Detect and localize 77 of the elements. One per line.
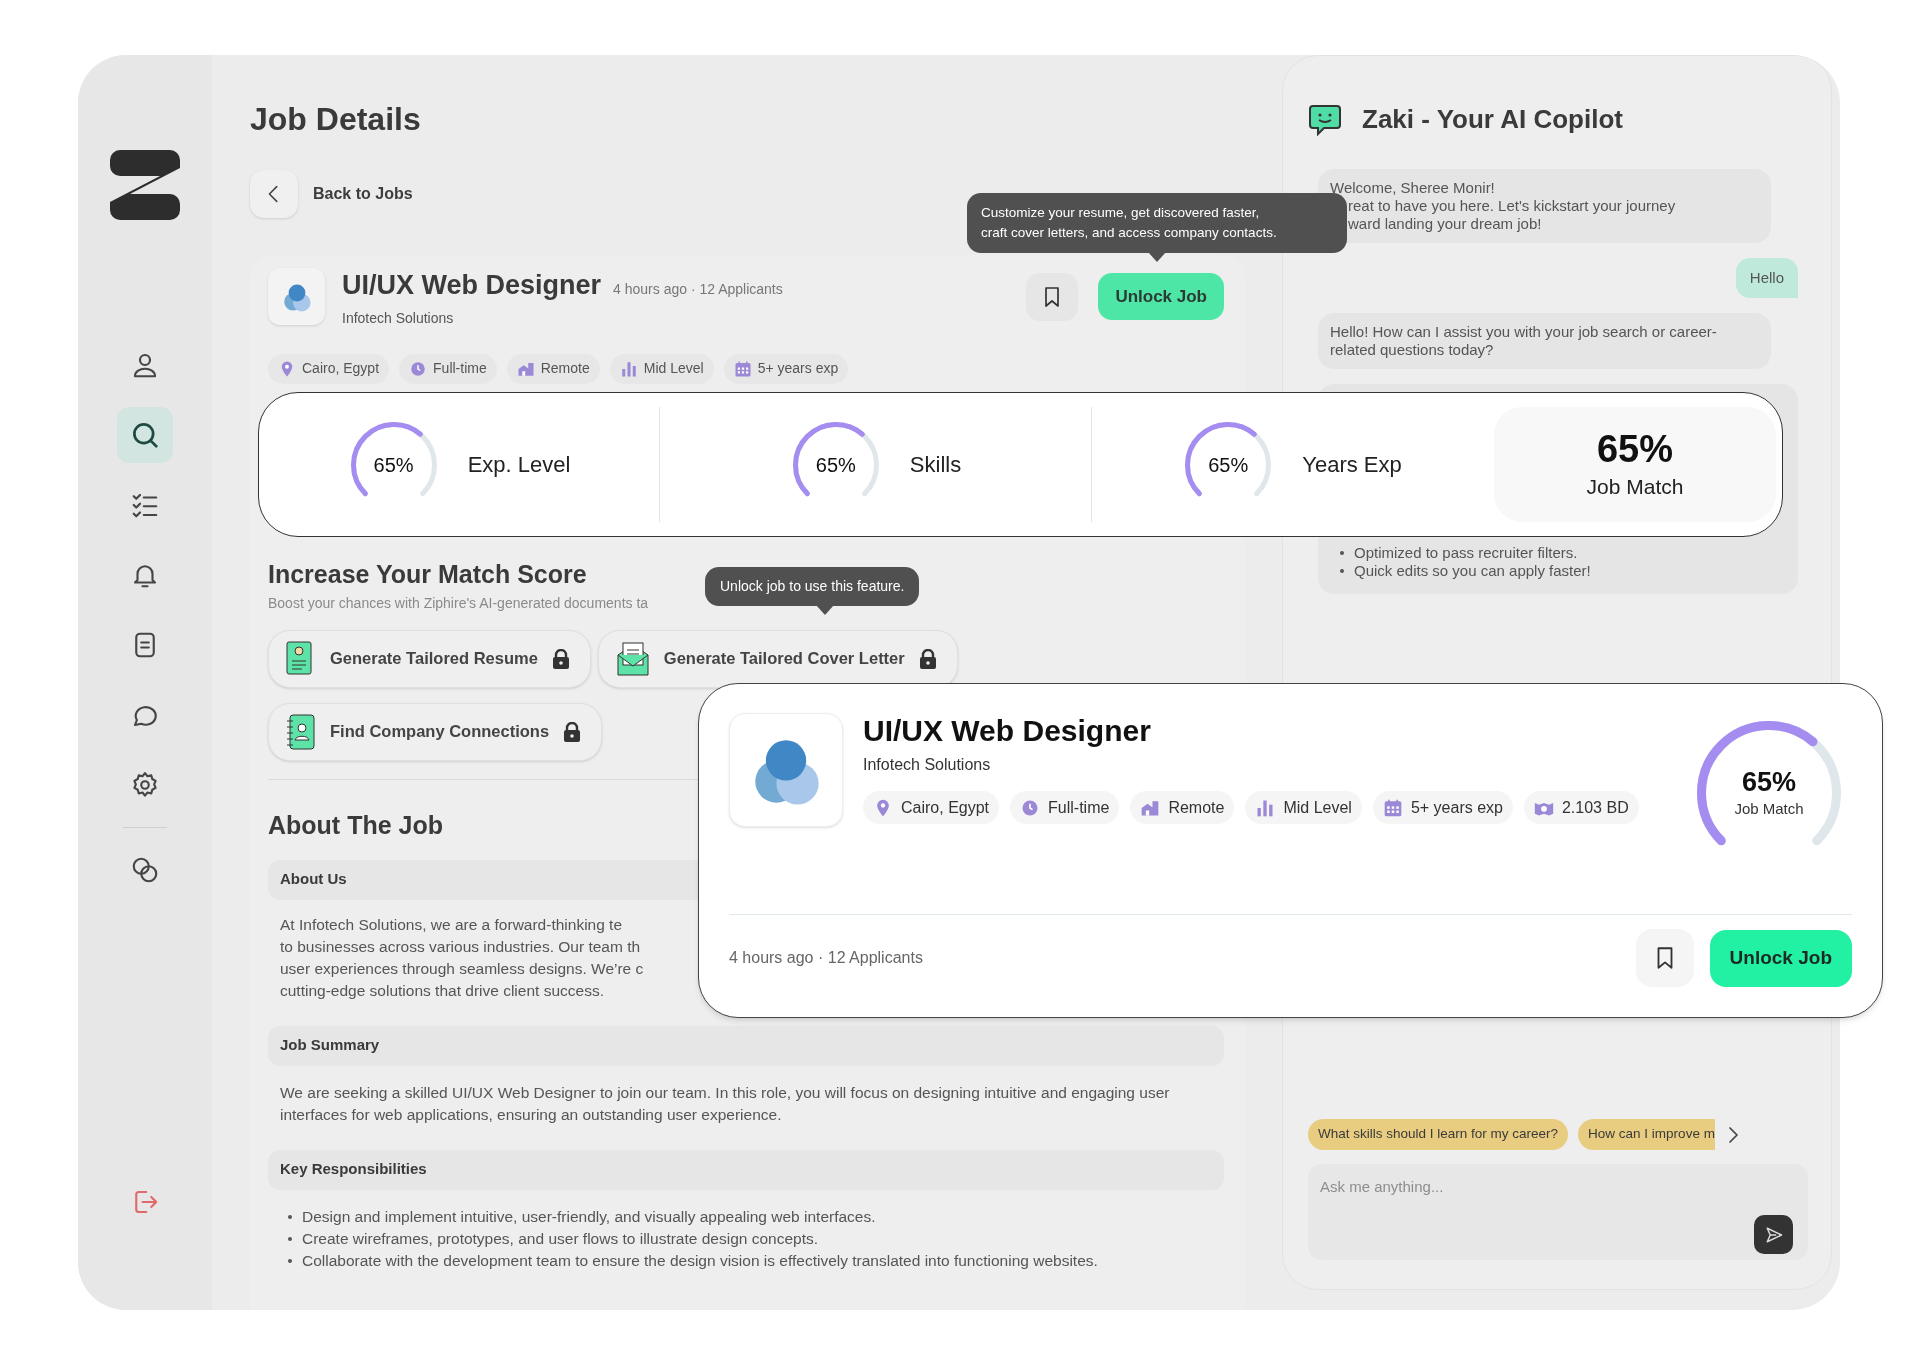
section-title: About The Job [268,809,443,840]
section-subtitle: Boost your chances with Ziphire's AI-generated documents ta [268,593,649,613]
match-label: Job Match [1586,473,1684,500]
page-title: Job Details [250,100,422,139]
list-item: Create wireframes, prototypes, and user flows to illustrate design concepts. [302,1228,819,1249]
bullet-icon [288,1258,292,1263]
settings-icon [130,770,160,800]
unlock-job-button[interactable]: Unlock Job [1098,273,1224,321]
tag-label: Cairo, Egypt [302,359,380,378]
metric-label: Years Exp [1302,451,1402,479]
bullet-icon [288,1236,292,1241]
bullet-icon [1340,551,1344,555]
panel-title: Zaki - Your AI Copilot [1362,103,1623,136]
match-score: 65% [1596,426,1674,471]
back-link[interactable]: Back to Jobs [313,182,413,206]
company-name: Infotech Solutions [863,755,992,775]
bullet-icon [1340,569,1344,573]
subsection-header: Job Summary [268,1025,1224,1066]
gauge-value: 65% [815,452,856,478]
job-meta: 4 hours ago · 12 Applicants [613,280,783,299]
metric-label: Skills [909,451,962,479]
gauge-value: 65% [373,452,414,478]
message-text: Hello [1749,269,1784,287]
list-item: Collaborate with the development team to ensure the design vision is effectively translated into functioning websites. [302,1250,1098,1271]
tag-label: Full-time [433,359,487,378]
sidebar-item[interactable] [117,407,173,463]
gauge-label: Job Match [1734,798,1804,819]
subsection-header: Key Responsibilities [268,1149,1224,1190]
bookmark-button[interactable] [1026,272,1079,321]
message-text: Hello! How can I assist you with your job search or career-related questions today? [1330,323,1718,359]
tag-label: Full-time [1048,797,1110,818]
tag-label: Mid Level [1283,797,1352,818]
paragraph: At Infotech Solutions, we are a forward-thinking te to businesses across various industries. Our team th user experiences through seamless designs. We’re c cutting-edge solutions that drive client success. [279,914,645,1001]
paragraph: We are seeking a skilled UI/UX Web Designer to join our team. In this role, you will focus on designing intuitive and engaging user interfaces for web applications, ensuring an outstanding user experience. [279,1082,1171,1125]
tag-label: 5+ years exp [1410,797,1503,818]
clock-icon [409,359,428,378]
tooltip-arrow-icon [1148,252,1166,262]
list-item: Optimized to pass recruiter filters. [1354,544,1578,562]
tag-label: Cairo, Egypt [901,797,990,818]
tag-label: Mid Level [643,359,704,378]
company-name: Infotech Solutions [342,308,455,328]
tooltip: Unlock job to use this feature. [705,567,920,606]
send-button[interactable] [1754,1215,1793,1254]
bar-chart-icon [619,359,638,378]
tag-label: Remote [540,359,590,378]
tooltip-arrow-icon [816,605,834,615]
feature-button[interactable]: Find Company Connections [268,702,603,761]
tag-label: Remote [1168,797,1225,818]
metric-label: Exp. Level [467,451,571,479]
unlock-job-button[interactable]: Unlock Job [1709,929,1852,987]
gauge-value: 65% [1741,765,1796,798]
section-title: Increase Your Match Score [268,558,587,589]
message-input[interactable]: Ask me anything... [1308,1164,1808,1260]
bullet-icon [288,1214,292,1219]
suggestion-chip[interactable]: How can I improve m [1578,1119,1715,1150]
coins-icon [130,855,160,885]
calendar-icon [1382,797,1403,818]
send-icon [1764,1225,1783,1244]
job-meta: 4 hours ago · 12 Applicants [729,948,923,968]
tag-label: 5+ years exp [757,359,839,378]
app-logo [110,150,180,220]
bookmark-button[interactable] [1635,929,1694,987]
list-item: Design and implement intuitive, user-friendly, and visually appealing web interfaces. [302,1206,876,1227]
chat-bot-icon [1308,103,1342,136]
job-title: UI/UX Web Designer [863,713,1152,749]
tooltip: Customize your resume, get discovered faster, craft cover letters, and access company contacts. [967,193,1347,253]
list-item: Quick edits so you can apply faster! [1354,562,1591,580]
gauge-value: 65% [1208,452,1249,478]
contact-book-icon [286,713,316,750]
feature-button[interactable]: Generate Tailored Resume [268,629,591,688]
suggestion-chip[interactable]: What skills should I learn for my career? [1308,1119,1569,1150]
job-title: UI/UX Web Designer [342,269,602,302]
calendar-icon [733,359,752,378]
search-icon [130,420,160,450]
tag-label: 2.103 BD [1561,797,1629,818]
feature-button[interactable]: Generate Tailored Cover Letter [597,629,958,688]
envelope-icon [615,640,650,677]
